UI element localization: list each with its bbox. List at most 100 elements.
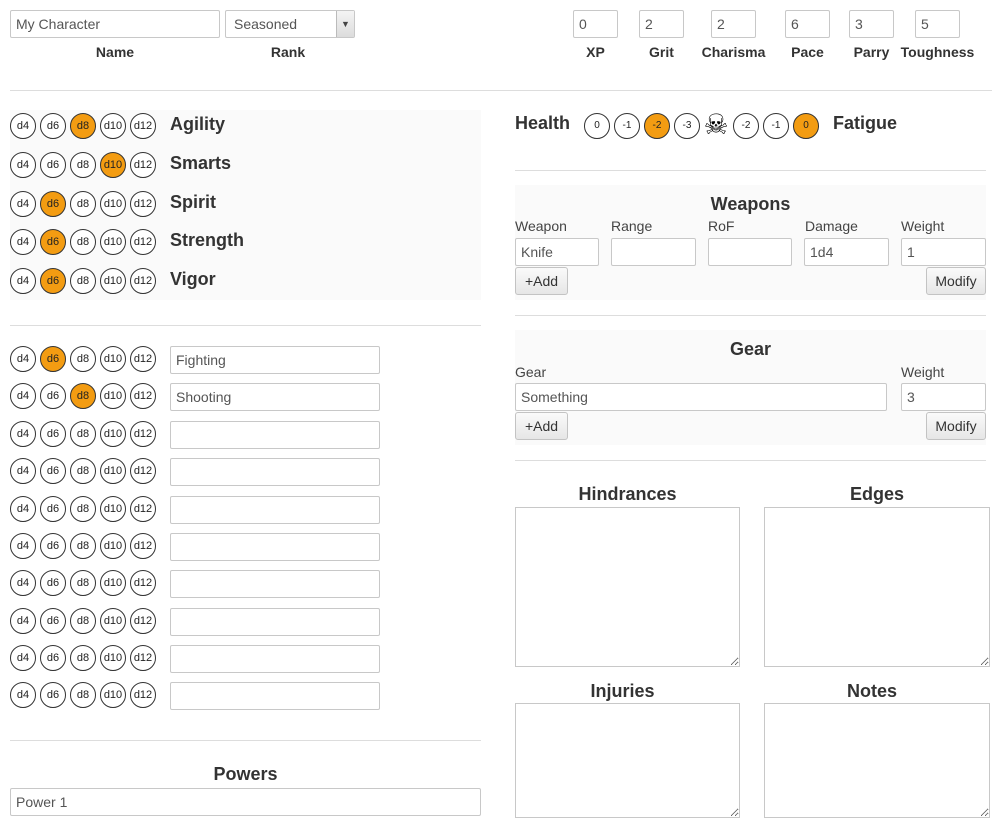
- die-option[interactable]: d8: [70, 268, 96, 294]
- die-option[interactable]: d10: [100, 496, 126, 522]
- die-option[interactable]: d12: [130, 191, 156, 217]
- skill-name-input[interactable]: [170, 533, 380, 561]
- weapon-weight-input[interactable]: [901, 238, 986, 266]
- die-option[interactable]: d4: [10, 229, 36, 255]
- die-option[interactable]: d10: [100, 533, 126, 559]
- die-option[interactable]: d4: [10, 608, 36, 634]
- stat-input[interactable]: [711, 10, 756, 38]
- die-option[interactable]: d4: [10, 682, 36, 708]
- skill-name-input[interactable]: [170, 383, 380, 411]
- stat-input[interactable]: [785, 10, 830, 38]
- die-option[interactable]: d12: [130, 229, 156, 255]
- die-option[interactable]: d10: [100, 268, 126, 294]
- skill-name-input[interactable]: [170, 458, 380, 486]
- edges-textarea[interactable]: [764, 507, 990, 667]
- die-option[interactable]: d12: [130, 113, 156, 139]
- weapon-damage-input[interactable]: [804, 238, 889, 266]
- die-option[interactable]: d10: [100, 383, 126, 409]
- die-option[interactable]: d4: [10, 458, 36, 484]
- die-option[interactable]: d10: [100, 191, 126, 217]
- die-option[interactable]: d8: [70, 229, 96, 255]
- die-option[interactable]: d8: [70, 421, 96, 447]
- die-option[interactable]: d8: [70, 608, 96, 634]
- notes-textarea[interactable]: [764, 703, 990, 818]
- die-option[interactable]: d6: [40, 268, 66, 294]
- die-option[interactable]: d12: [130, 268, 156, 294]
- die-option[interactable]: d12: [130, 458, 156, 484]
- die-option[interactable]: d6: [40, 645, 66, 671]
- die-option[interactable]: d8: [70, 496, 96, 522]
- die-option[interactable]: d12: [130, 383, 156, 409]
- die-option[interactable]: d8: [70, 113, 96, 139]
- chevron-down-icon[interactable]: ▼: [336, 11, 354, 37]
- die-option[interactable]: d4: [10, 645, 36, 671]
- skill-name-input[interactable]: [170, 608, 380, 636]
- skill-name-input[interactable]: [170, 496, 380, 524]
- gear-name-input[interactable]: [515, 383, 887, 411]
- weapon-rof-input[interactable]: [708, 238, 792, 266]
- die-option[interactable]: d12: [130, 152, 156, 178]
- die-option[interactable]: d8: [70, 152, 96, 178]
- die-option[interactable]: d10: [100, 570, 126, 596]
- die-option[interactable]: d4: [10, 191, 36, 217]
- weapon-range-input[interactable]: [611, 238, 696, 266]
- die-option[interactable]: d10: [100, 682, 126, 708]
- die-option[interactable]: d6: [40, 458, 66, 484]
- die-option[interactable]: d6: [40, 346, 66, 372]
- die-option[interactable]: d10: [100, 152, 126, 178]
- die-option[interactable]: d8: [70, 383, 96, 409]
- die-option[interactable]: d8: [70, 533, 96, 559]
- die-option[interactable]: d6: [40, 113, 66, 139]
- die-option[interactable]: d10: [100, 229, 126, 255]
- die-option[interactable]: d8: [70, 458, 96, 484]
- modify-weapon-button[interactable]: Modify: [926, 267, 986, 295]
- die-option[interactable]: d4: [10, 533, 36, 559]
- die-option[interactable]: d8: [70, 570, 96, 596]
- skill-name-input[interactable]: [170, 570, 380, 598]
- die-option[interactable]: d4: [10, 383, 36, 409]
- modify-gear-button[interactable]: Modify: [926, 412, 986, 440]
- die-option[interactable]: d10: [100, 421, 126, 447]
- stat-input[interactable]: [573, 10, 618, 38]
- die-option[interactable]: d10: [100, 645, 126, 671]
- skill-name-input[interactable]: [170, 346, 380, 374]
- die-option[interactable]: d6: [40, 152, 66, 178]
- die-option[interactable]: d12: [130, 421, 156, 447]
- die-option[interactable]: d6: [40, 191, 66, 217]
- die-option[interactable]: d10: [100, 113, 126, 139]
- die-option[interactable]: d12: [130, 682, 156, 708]
- die-option[interactable]: d12: [130, 645, 156, 671]
- skill-name-input[interactable]: [170, 682, 380, 710]
- die-option[interactable]: d12: [130, 496, 156, 522]
- fatigue-level-toggle[interactable]: -1: [763, 113, 789, 139]
- stat-input[interactable]: [639, 10, 684, 38]
- die-option[interactable]: d6: [40, 608, 66, 634]
- skull-crossbones-icon[interactable]: ☠: [703, 110, 729, 140]
- die-option[interactable]: d4: [10, 113, 36, 139]
- die-option[interactable]: d8: [70, 346, 96, 372]
- weapon-name-input[interactable]: [515, 238, 599, 266]
- die-option[interactable]: d10: [100, 346, 126, 372]
- stat-input[interactable]: [915, 10, 960, 38]
- wound-level-toggle[interactable]: -3: [674, 113, 700, 139]
- fatigue-level-toggle[interactable]: 0: [793, 113, 819, 139]
- die-option[interactable]: d4: [10, 496, 36, 522]
- die-option[interactable]: d8: [70, 682, 96, 708]
- die-option[interactable]: d10: [100, 608, 126, 634]
- injuries-textarea[interactable]: [515, 703, 740, 818]
- wound-level-toggle[interactable]: 0: [584, 113, 610, 139]
- die-option[interactable]: d6: [40, 383, 66, 409]
- die-option[interactable]: d4: [10, 570, 36, 596]
- die-option[interactable]: d12: [130, 346, 156, 372]
- wound-level-toggle[interactable]: -2: [644, 113, 670, 139]
- skill-name-input[interactable]: [170, 645, 380, 673]
- wound-level-toggle[interactable]: -1: [614, 113, 640, 139]
- die-option[interactable]: d8: [70, 645, 96, 671]
- hindrances-textarea[interactable]: [515, 507, 740, 667]
- gear-weight-input[interactable]: [901, 383, 986, 411]
- die-option[interactable]: d10: [100, 458, 126, 484]
- die-option[interactable]: d12: [130, 608, 156, 634]
- die-option[interactable]: d6: [40, 682, 66, 708]
- die-option[interactable]: d6: [40, 533, 66, 559]
- add-gear-button[interactable]: +Add: [515, 412, 568, 440]
